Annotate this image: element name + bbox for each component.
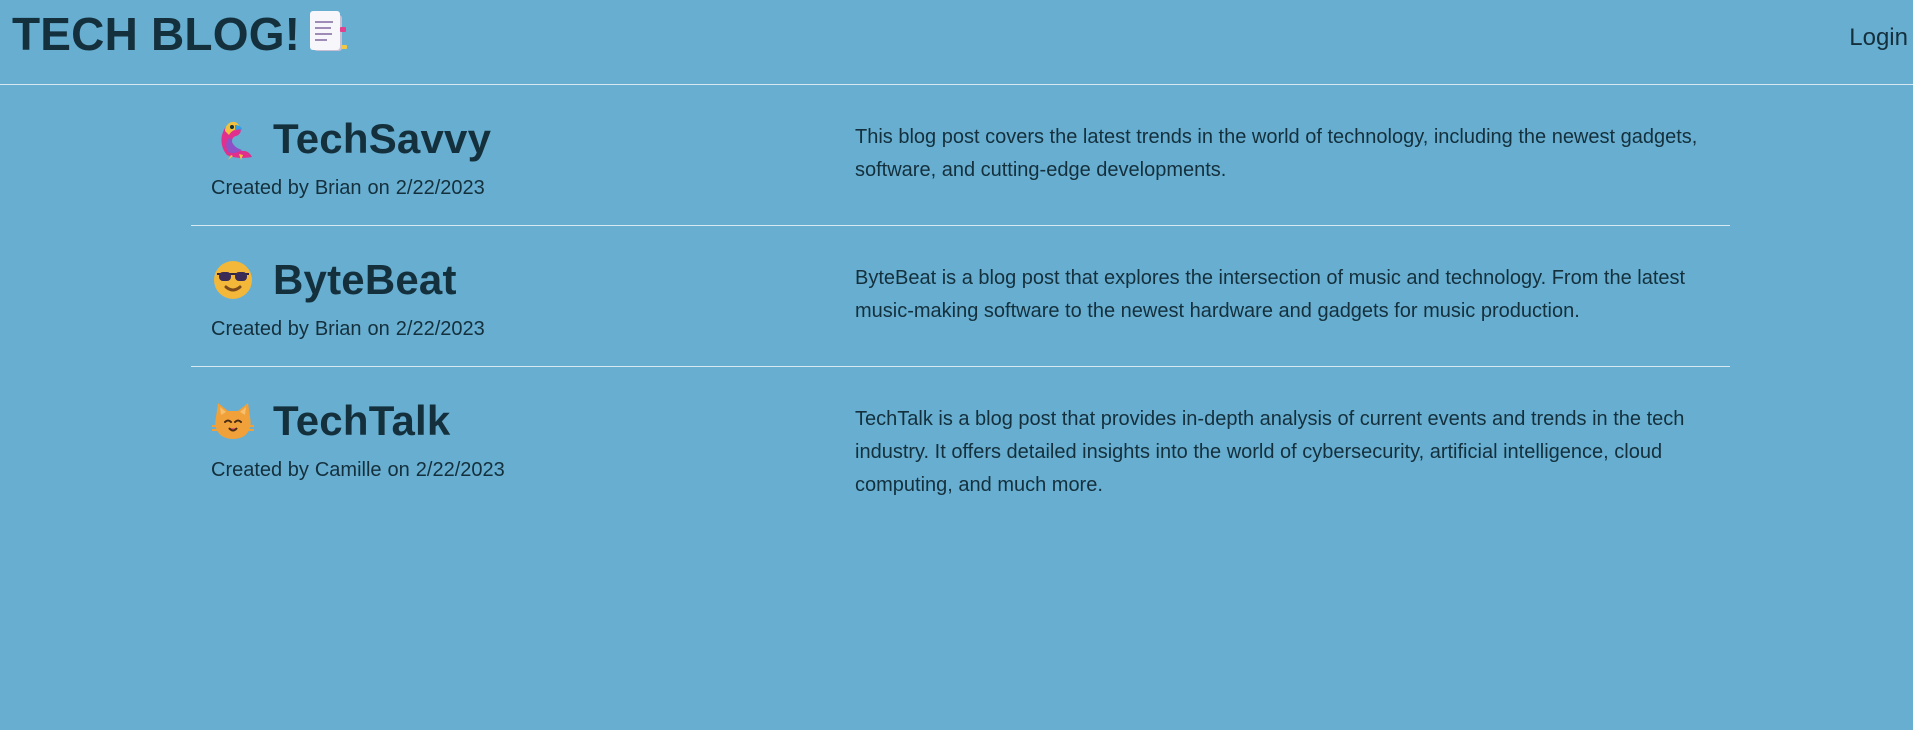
post-title-row: TechSavvy bbox=[211, 113, 815, 165]
post-left-column: TechTalk Created by Camille on 2/22/2023 bbox=[191, 367, 815, 517]
post-right-column: ByteBeat is a blog post that explores th… bbox=[855, 226, 1730, 366]
post-card-bytebeat[interactable]: ByteBeat Created by Brian on 2/22/2023 B… bbox=[191, 226, 1730, 367]
post-date: 2/22/2023 bbox=[415, 459, 505, 481]
post-title[interactable]: TechSavvy bbox=[273, 115, 491, 163]
post-list: TechSavvy Created by Brian on 2/22/2023 … bbox=[191, 85, 1730, 517]
post-card-techsavvy[interactable]: TechSavvy Created by Brian on 2/22/2023 … bbox=[191, 85, 1730, 226]
post-card-techtalk[interactable]: TechTalk Created by Camille on 2/22/2023… bbox=[191, 367, 1730, 517]
post-left-column: TechSavvy Created by Brian on 2/22/2023 bbox=[191, 85, 815, 225]
meta-on: on bbox=[387, 459, 410, 481]
post-title[interactable]: TechTalk bbox=[273, 397, 450, 445]
post-meta: Created by Brian on 2/22/2023 bbox=[211, 317, 815, 341]
post-description: ByteBeat is a blog post that explores th… bbox=[855, 267, 1686, 322]
post-author: Camille bbox=[314, 459, 382, 481]
parrot-icon bbox=[221, 121, 252, 160]
post-right-column: This blog post covers the latest trends … bbox=[855, 85, 1730, 225]
meta-on: on bbox=[367, 318, 390, 340]
meta-prefix: Created by bbox=[211, 318, 309, 340]
post-title-row: ByteBeat bbox=[211, 254, 815, 306]
post-date: 2/22/2023 bbox=[395, 177, 485, 199]
post-date: 2/22/2023 bbox=[395, 318, 485, 340]
meta-on: on bbox=[367, 177, 390, 199]
post-description: TechTalk is a blog post that provides in… bbox=[855, 408, 1685, 496]
post-description: This blog post covers the latest trends … bbox=[855, 126, 1698, 181]
post-right-column: TechTalk is a blog post that provides in… bbox=[855, 367, 1730, 517]
sunglasses-face-icon bbox=[214, 261, 252, 299]
post-meta: Created by Brian on 2/22/2023 bbox=[211, 176, 815, 200]
notebook-icon bbox=[310, 11, 347, 51]
meta-prefix: Created by bbox=[211, 459, 309, 481]
post-title-row: TechTalk bbox=[211, 395, 815, 447]
site-title[interactable]: TECH BLOG! bbox=[12, 8, 300, 60]
site-header: TECH BLOG! Login bbox=[0, 0, 1913, 85]
post-author: Brian bbox=[314, 318, 362, 340]
login-link[interactable]: Login bbox=[1849, 24, 1908, 52]
post-left-column: ByteBeat Created by Brian on 2/22/2023 bbox=[191, 226, 815, 366]
post-author: Brian bbox=[314, 177, 362, 199]
meta-prefix: Created by bbox=[211, 177, 309, 199]
post-title[interactable]: ByteBeat bbox=[273, 256, 457, 304]
cat-face-icon bbox=[212, 403, 254, 439]
post-meta: Created by Camille on 2/22/2023 bbox=[211, 458, 815, 482]
